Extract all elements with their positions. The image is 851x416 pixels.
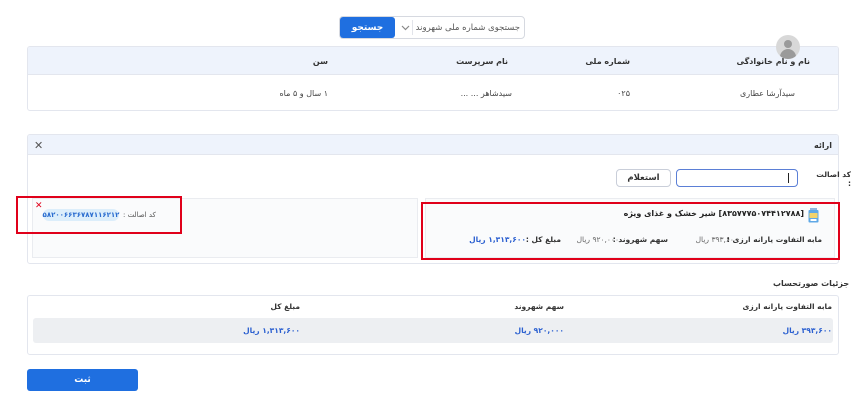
avatar xyxy=(776,35,800,59)
inquiry-button[interactable]: استعلام xyxy=(616,169,671,187)
col-header-guardian: نام سرپرست xyxy=(456,56,508,66)
cell-share: ۹۲۰,۰۰۰ ریال xyxy=(514,326,564,335)
chevron-down-icon[interactable] xyxy=(398,18,412,37)
text-caret xyxy=(788,173,789,183)
highlight-box-product xyxy=(421,202,840,260)
panel-title: ارائه xyxy=(814,140,832,150)
cell-age: ۱ سال و ۵ ماه xyxy=(279,88,328,98)
search-button[interactable]: جستجو xyxy=(340,17,395,38)
search-input[interactable]: جستجوی شماره ملی شهروند xyxy=(414,17,520,38)
panel-header xyxy=(28,135,838,155)
cell-total: ۱,۳۱۳,۶۰۰ ریال xyxy=(243,326,300,335)
code-label: کد اصالت : xyxy=(816,170,851,188)
highlight-box-authenticity xyxy=(16,196,182,234)
col-header-share: سهم شهروند xyxy=(514,302,564,311)
search-divider xyxy=(412,20,413,35)
details-title: جزئیات صورتحساب xyxy=(773,279,850,288)
cell-guardian: سیدشاهر ... ... xyxy=(460,88,512,98)
cell-national-id: ۰۲۵ xyxy=(617,88,630,98)
col-header-total: مبلغ کل xyxy=(270,302,300,311)
close-icon[interactable]: ✕ xyxy=(34,135,43,155)
cell-name: سیدآرشا عطاری xyxy=(740,88,795,98)
col-header-national-id: شماره ملی xyxy=(585,56,630,66)
citizen-table: نام و نام خانوادگی شماره ملی نام سرپرست … xyxy=(27,46,839,111)
cell-diff: ۳۹۳,۶۰۰ ریال xyxy=(782,326,832,335)
submit-button[interactable]: ثبت xyxy=(27,369,138,391)
table-header xyxy=(28,47,838,75)
authenticity-code-input[interactable] xyxy=(676,169,798,187)
table-row xyxy=(33,318,833,343)
col-header-age: سن xyxy=(312,56,328,66)
col-header-diff: مابه التفاوت یارانه ارزی xyxy=(742,302,832,311)
